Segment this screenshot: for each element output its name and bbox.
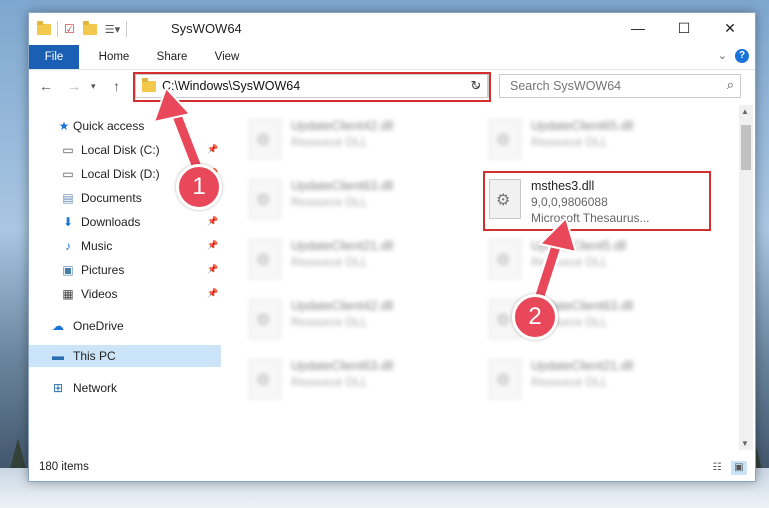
arrow-step-2 [531, 216, 578, 309]
callout-arrows [152, 86, 578, 309]
arrow-step-1 [152, 86, 205, 177]
step-2-badge: 2 [512, 294, 558, 340]
step-1-badge: 1 [176, 164, 222, 210]
